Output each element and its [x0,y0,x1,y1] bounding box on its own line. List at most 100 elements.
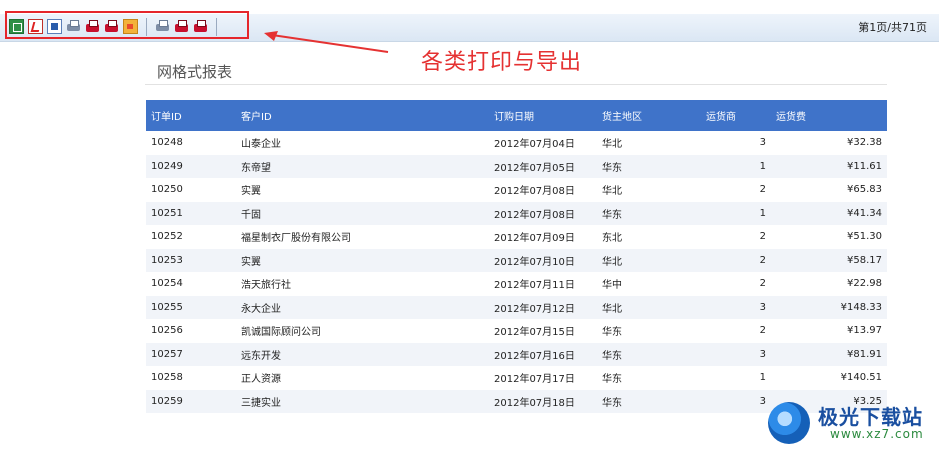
cell-freight: ¥81.91 [847,348,882,360]
excel-export-icon[interactable] [9,19,24,34]
cell-region: 华东 [602,209,622,221]
cell-customer: 三捷实业 [241,397,281,409]
cell-date: 2012年07月17日 [494,374,575,386]
print-flash-current-icon[interactable] [193,19,208,34]
col-customer-id: 客户ID [241,112,272,123]
cell-freight: ¥140.51 [840,372,882,384]
cell-shipper: 3 [759,348,766,360]
cell-order-id: 10251 [151,207,183,219]
cell-customer: 永大企业 [241,303,281,315]
cell-order-id: 10249 [151,160,183,172]
watermark-logo-icon [768,402,810,444]
cell-date: 2012年07月15日 [494,327,575,339]
cell-customer: 远东开发 [241,350,281,362]
cell-customer: 千固 [241,209,261,221]
cell-shipper: 1 [759,372,766,384]
cell-freight: ¥41.34 [847,207,882,219]
report-title: 网格式报表 [157,63,233,81]
print-pdf-icon[interactable] [85,19,100,34]
cell-customer: 浩天旅行社 [241,280,291,292]
cell-region: 华东 [602,350,622,362]
cell-shipper: 1 [759,207,766,219]
cell-shipper: 2 [759,184,766,196]
toolbar-separator [146,17,147,36]
title-divider [145,84,887,85]
cell-order-id: 10250 [151,184,183,196]
print-icon[interactable] [66,19,81,34]
table-row: 10249 东帝望 2012年07月05日 华东 1 ¥11.61 [146,154,887,178]
cell-order-id: 10257 [151,348,183,360]
cell-customer: 东帝望 [241,162,271,174]
cell-date: 2012年07月08日 [494,186,575,198]
cell-region: 华东 [602,162,622,174]
word-export-icon[interactable] [47,19,62,34]
cell-customer: 凯诚国际顾问公司 [241,327,321,339]
print-flash-icon[interactable] [104,19,119,34]
cell-freight: ¥51.30 [847,231,882,243]
cell-order-id: 10259 [151,395,183,407]
cell-order-id: 10254 [151,278,183,290]
watermark-url: www.xz7.com [830,427,924,441]
cell-date: 2012年07月11日 [494,280,575,292]
table-row: 10253 实翼 2012年07月10日 华北 2 ¥58.17 [146,248,887,272]
cell-date: 2012年07月16日 [494,350,575,362]
pdf-export-icon[interactable] [28,19,43,34]
table-row: 10255 永大企业 2012年07月12日 华北 3 ¥148.33 [146,295,887,319]
cell-region: 华北 [602,256,622,268]
toolbar-icon-group [9,16,221,37]
col-order-date: 订购日期 [494,112,534,123]
table-row: 10252 福星制衣厂股份有限公司 2012年07月09日 东北 2 ¥51.30 [146,225,887,249]
cell-date: 2012年07月04日 [494,139,575,151]
cell-order-id: 10248 [151,137,183,149]
cell-freight: ¥22.98 [847,278,882,290]
col-order-id: 订单ID [151,112,182,123]
cell-shipper: 1 [759,160,766,172]
cell-order-id: 10255 [151,301,183,313]
cell-shipper: 2 [759,254,766,266]
table-row: 10258 正人资源 2012年07月17日 华东 1 ¥140.51 [146,366,887,390]
cell-shipper: 3 [759,395,766,407]
cell-date: 2012年07月05日 [494,162,575,174]
col-shipper: 运货商 [706,112,736,123]
cell-date: 2012年07月12日 [494,303,575,315]
table-header-row: 订单ID 客户ID 订购日期 货主地区 运货商 运货费 [146,100,887,131]
cell-order-id: 10258 [151,372,183,384]
page-indicator: 第1页/共71页 [858,21,927,34]
cell-region: 东北 [602,233,622,245]
cell-freight: ¥32.38 [847,137,882,149]
table-row: 10256 凯诚国际顾问公司 2012年07月15日 华东 2 ¥13.97 [146,319,887,343]
cell-customer: 正人资源 [241,374,281,386]
cell-freight: ¥58.17 [847,254,882,266]
cell-order-id: 10256 [151,325,183,337]
cell-order-id: 10253 [151,254,183,266]
callout-label: 各类打印与导出 [421,50,583,75]
cell-customer: 山泰企业 [241,139,281,151]
print-current-icon[interactable] [155,19,170,34]
table-row: 10254 浩天旅行社 2012年07月11日 华中 2 ¥22.98 [146,272,887,296]
cell-date: 2012年07月09日 [494,233,575,245]
cell-freight: ¥13.97 [847,325,882,337]
table-row: 10257 远东开发 2012年07月16日 华东 3 ¥81.91 [146,342,887,366]
cell-customer: 实翼 [241,186,261,198]
cell-freight: ¥11.61 [847,160,882,172]
cell-region: 华北 [602,139,622,151]
cell-customer: 福星制衣厂股份有限公司 [241,233,351,245]
site-watermark: 极光下载站 www.xz7.com [768,400,938,451]
cell-region: 华东 [602,327,622,339]
cell-region: 华中 [602,280,622,292]
image-export-icon[interactable] [123,19,138,34]
cell-region: 华北 [602,303,622,315]
print-pdf-current-icon[interactable] [174,19,189,34]
cell-freight: ¥65.83 [847,184,882,196]
cell-shipper: 3 [759,301,766,313]
toolbar-separator [216,17,217,36]
table-row: 10251 千固 2012年07月08日 华东 1 ¥41.34 [146,201,887,225]
cell-region: 华东 [602,374,622,386]
cell-date: 2012年07月18日 [494,397,575,409]
cell-date: 2012年07月08日 [494,209,575,221]
cell-shipper: 2 [759,278,766,290]
cell-date: 2012年07月10日 [494,256,575,268]
cell-customer: 实翼 [241,256,261,268]
cell-order-id: 10252 [151,231,183,243]
cell-region: 华北 [602,186,622,198]
